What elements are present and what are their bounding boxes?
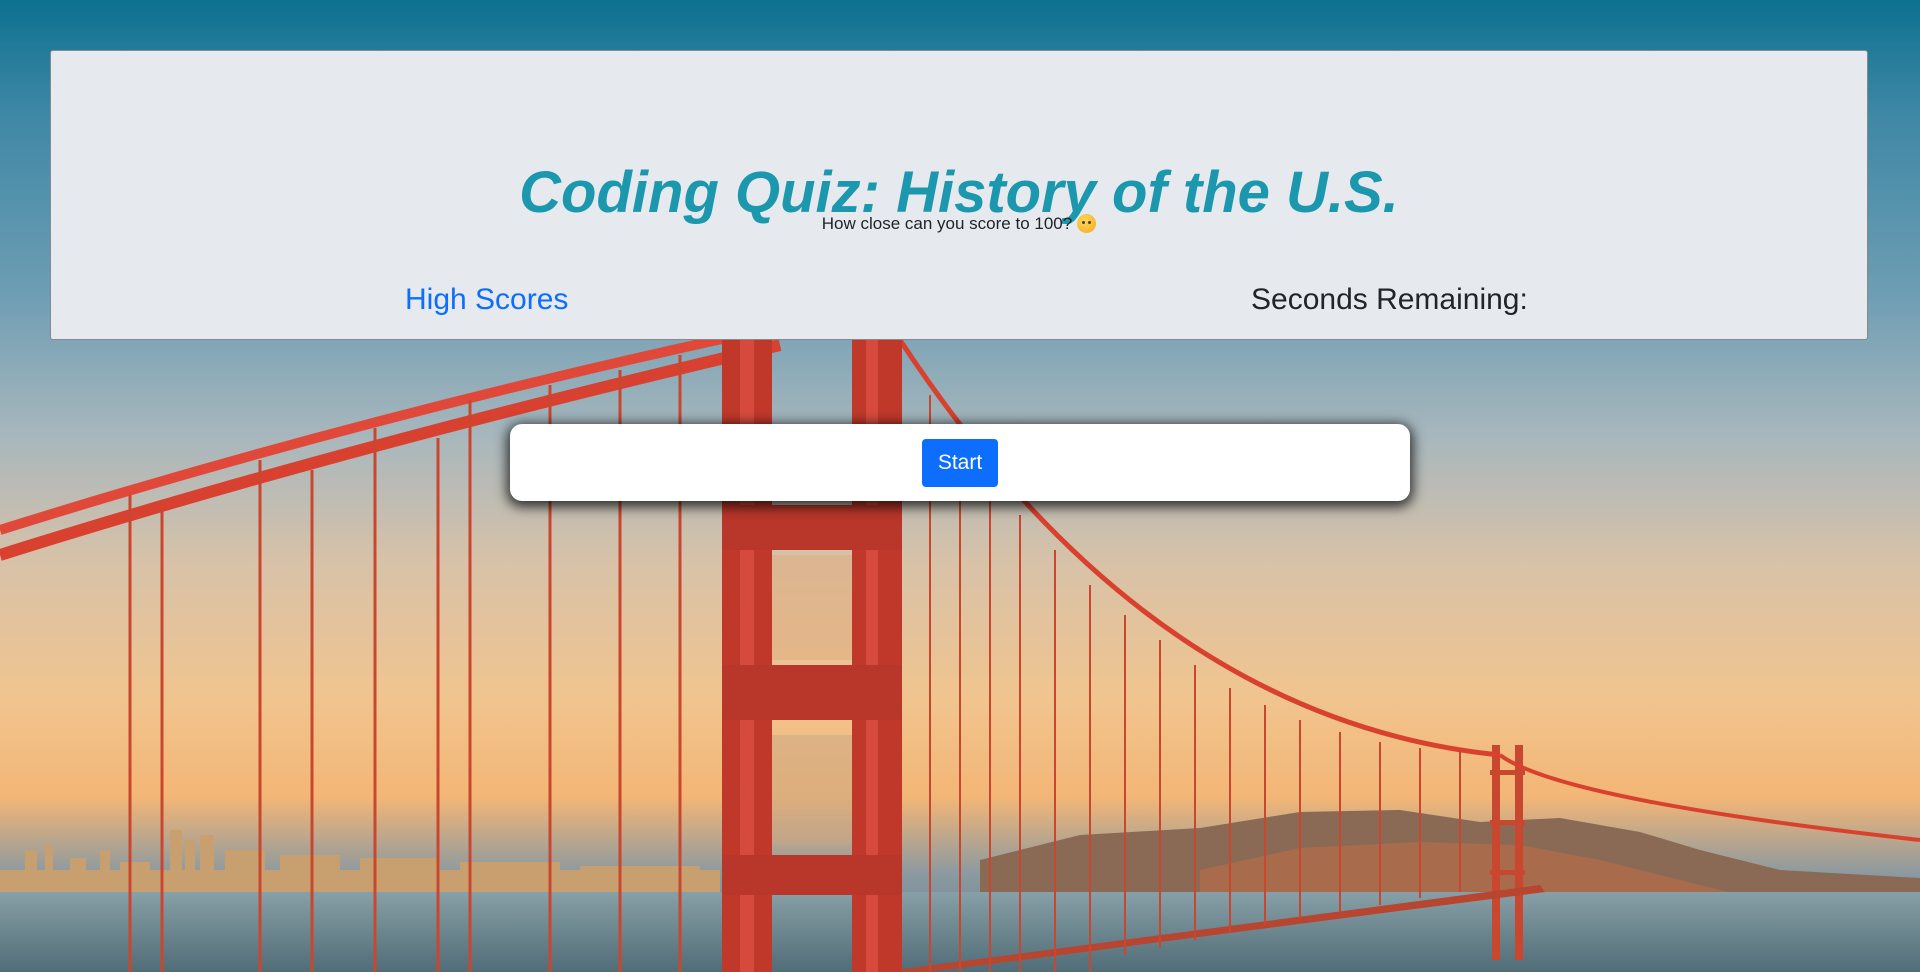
subtitle-text: How close can you score to 100? xyxy=(821,214,1073,233)
start-button[interactable]: Start xyxy=(922,439,998,487)
page-subtitle: How close can you score to 100? xyxy=(51,214,1867,234)
high-scores-link[interactable]: High Scores xyxy=(405,283,568,317)
seconds-remaining-label: Seconds Remaining: xyxy=(1251,283,1528,316)
header-jumbotron: Coding Quiz: History of the U.S. How clo… xyxy=(50,50,1868,340)
seconds-remaining: Seconds Remaining: xyxy=(1251,283,1536,317)
quiz-card: Start xyxy=(510,424,1410,501)
hushed-face-emoji-icon xyxy=(1077,214,1097,233)
